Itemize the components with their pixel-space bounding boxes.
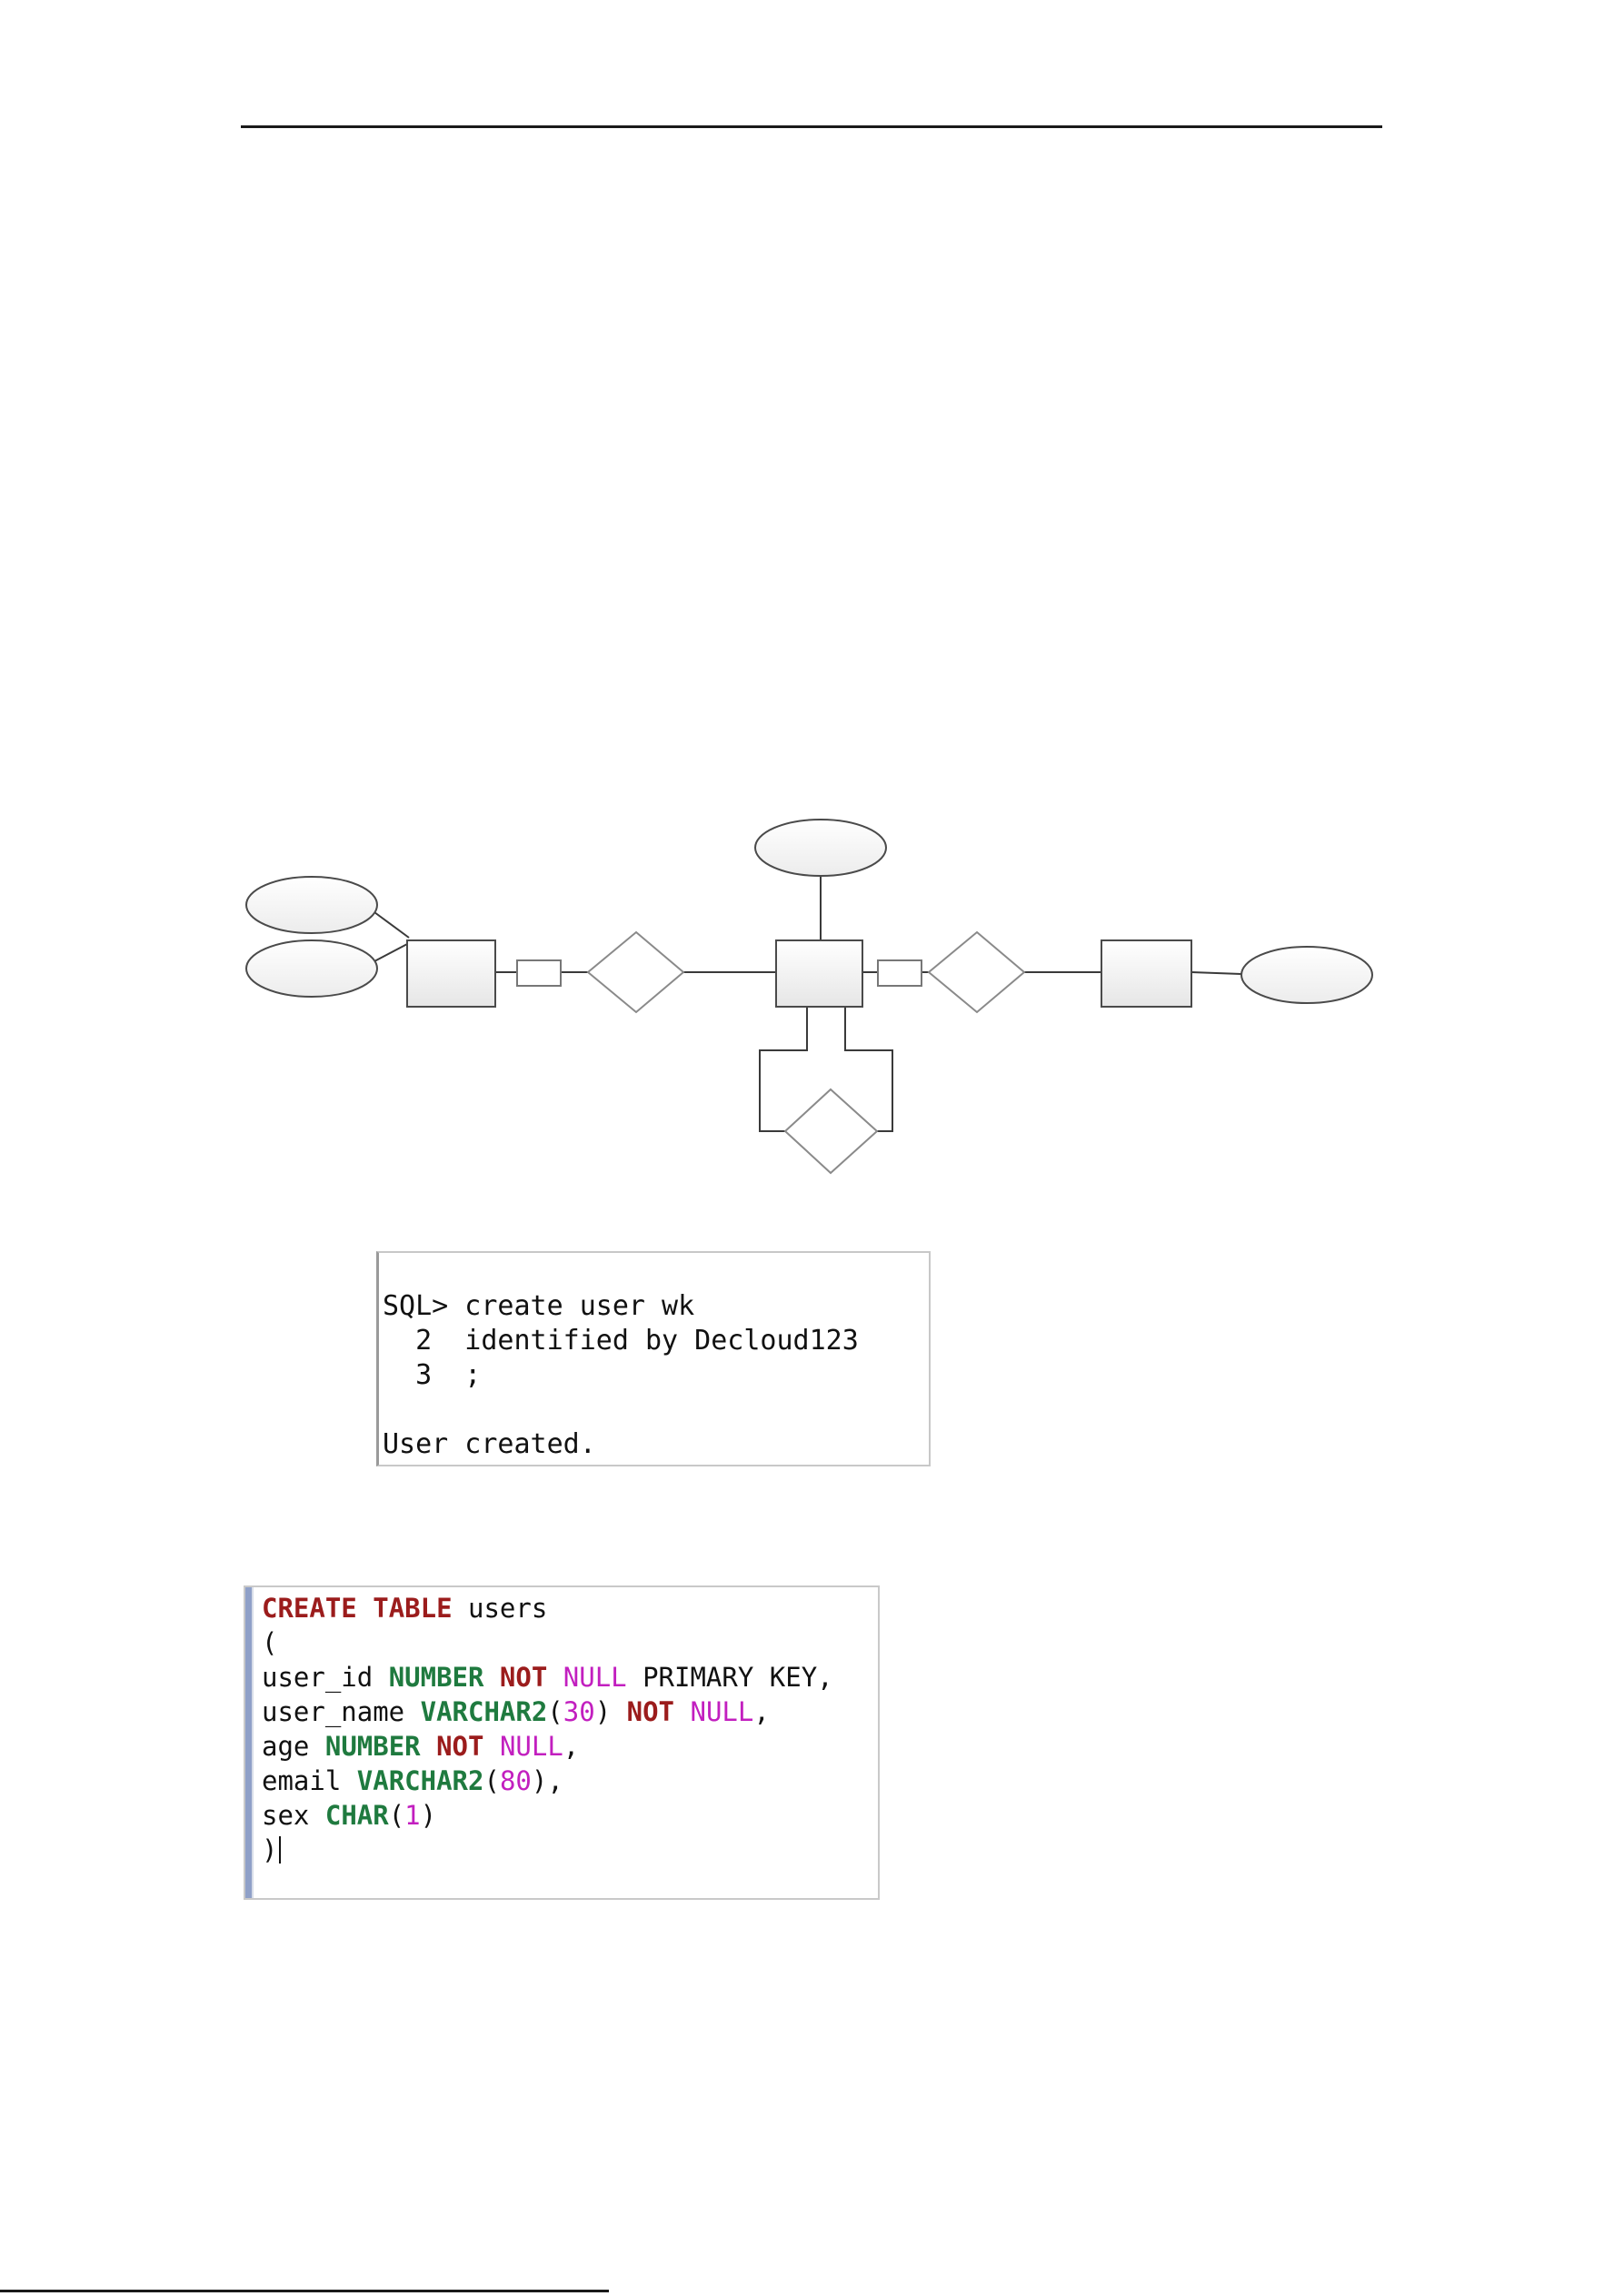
type-token: CHAR (324, 1800, 389, 1831)
code-line: ) (262, 1833, 282, 1867)
keyword-token: TABLE (373, 1593, 453, 1624)
keyword-token: NOT (436, 1731, 484, 1762)
paren-token: ( (547, 1696, 563, 1727)
text-caret (279, 1836, 282, 1864)
entity-box (406, 939, 496, 1008)
console-line: 2 identified by Decloud123 (383, 1325, 859, 1357)
cardinality-box (516, 959, 562, 987)
console-line: User created. (383, 1428, 596, 1460)
connector-line (759, 1007, 808, 1132)
paren-token: ) (262, 1834, 278, 1865)
identifier-token: PRIMARY KEY, (643, 1662, 833, 1693)
sql-editor[interactable]: CREATE TABLE users ( user_id NUMBER NOT … (244, 1585, 880, 1900)
keyword-token: CREATE (262, 1593, 357, 1624)
type-token: VARCHAR2 (420, 1696, 548, 1727)
paren-token: ), (531, 1765, 563, 1796)
code-line: email VARCHAR2(80), (262, 1764, 563, 1798)
attribute-ellipse (754, 819, 887, 877)
identifier-token: users (468, 1593, 548, 1624)
paren-token: ( (483, 1765, 500, 1796)
code-line: sex CHAR(1) (262, 1798, 436, 1833)
punct-token: , (753, 1696, 770, 1727)
connector-line (374, 911, 410, 939)
attribute-ellipse (245, 876, 378, 934)
console-line: SQL> create user wk (383, 1290, 695, 1322)
type-token: NUMBER (324, 1731, 421, 1762)
identifier-token: user_id (262, 1662, 374, 1693)
paren-token: ( (262, 1627, 278, 1658)
relationship-diamond (927, 930, 1026, 1014)
keyword-token: NOT (499, 1662, 548, 1693)
paren-token: ( (388, 1800, 405, 1831)
code-line: user_name VARCHAR2(30) NOT NULL, (262, 1695, 770, 1729)
attribute-ellipse (245, 939, 378, 998)
attribute-ellipse (1240, 946, 1373, 1004)
entity-box (775, 939, 863, 1008)
number-token: 80 (499, 1765, 532, 1796)
entity-box (1101, 939, 1192, 1008)
paren-token: ) (594, 1696, 612, 1727)
code-line: CREATE TABLE users (262, 1591, 547, 1625)
null-token: NULL (563, 1662, 627, 1693)
null-token: NULL (690, 1696, 754, 1727)
paren-token: ) (420, 1800, 437, 1831)
editor-gutter (245, 1587, 254, 1898)
cardinality-box (877, 959, 922, 987)
number-token: 1 (404, 1800, 421, 1831)
punct-token: , (563, 1731, 580, 1762)
keyword-token: NOT (626, 1696, 675, 1727)
console-line: 3 ; (383, 1359, 482, 1391)
footer-rule (0, 2290, 609, 2292)
relationship-diamond (783, 1088, 879, 1175)
header-rule (241, 125, 1382, 128)
connector-line (374, 942, 410, 962)
number-token: 30 (563, 1696, 595, 1727)
connector-line (1191, 971, 1242, 975)
document-page: SQL> create user wk 2 identified by Decl… (0, 0, 1624, 2296)
sqlplus-console: SQL> create user wk 2 identified by Decl… (376, 1251, 931, 1466)
identifier-token: email (262, 1765, 342, 1796)
type-token: VARCHAR2 (356, 1765, 484, 1796)
identifier-token: age (262, 1731, 310, 1762)
code-line: age NUMBER NOT NULL, (262, 1729, 579, 1764)
identifier-token: sex (262, 1800, 310, 1831)
code-line: user_id NUMBER NOT NULL PRIMARY KEY, (262, 1660, 833, 1695)
identifier-token: user_name (262, 1696, 405, 1727)
relationship-diamond (586, 930, 685, 1014)
er-diagram (245, 819, 1373, 1175)
null-token: NULL (499, 1731, 563, 1762)
type-token: NUMBER (388, 1662, 484, 1693)
code-line: ( (262, 1625, 277, 1660)
